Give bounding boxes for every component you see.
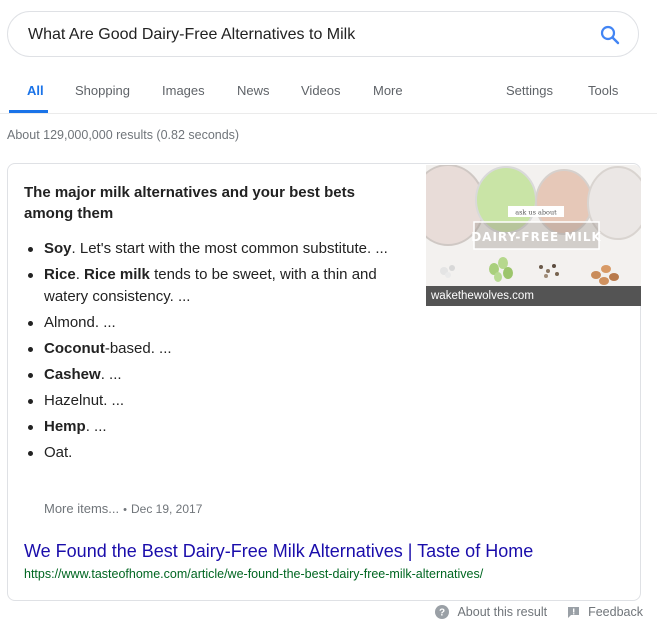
banner-small-text: ask us about <box>515 209 557 217</box>
tab-videos[interactable]: Videos <box>301 83 341 98</box>
snippet-list: Soy. Let's start with the most common su… <box>24 238 414 468</box>
list-item: Cashew. ... <box>24 364 414 386</box>
about-label: About this result <box>457 605 548 619</box>
milk-jars-image: ask us about DAIRY-FREE MILK <box>426 165 641 306</box>
search-icon <box>600 25 620 45</box>
banner-large-text: DAIRY-FREE MILK <box>471 230 602 244</box>
snippet-image[interactable]: ask us about DAIRY-FREE MILK wakethewolv… <box>426 165 641 306</box>
tab-shopping[interactable]: Shopping <box>75 83 130 98</box>
search-input[interactable] <box>28 24 568 46</box>
svg-text:?: ? <box>439 608 445 619</box>
list-item: Hazelnut. ... <box>24 390 414 412</box>
tab-settings[interactable]: Settings <box>506 83 553 98</box>
list-item: Oat. <box>24 442 414 464</box>
list-item: Hemp. ... <box>24 416 414 438</box>
list-item: Rice. Rice milk tends to be sweet, with … <box>24 264 414 308</box>
separator-dot: • <box>123 504 127 516</box>
tab-all[interactable]: All <box>27 83 44 98</box>
result-url-link[interactable]: https://www.tasteofhome.com/article/we-f… <box>24 567 483 581</box>
feedback-label: Feedback <box>588 605 643 619</box>
image-source-caption: wakethewolves.com <box>426 286 641 306</box>
search-bar <box>7 11 639 57</box>
tab-images[interactable]: Images <box>162 83 205 98</box>
active-tab-indicator <box>9 110 48 113</box>
about-this-result-link[interactable]: ? About this result <box>435 605 547 619</box>
list-item: Almond. ... <box>24 312 414 334</box>
tab-more[interactable]: More <box>373 83 403 98</box>
result-stats: About 129,000,000 results (0.82 seconds) <box>7 128 240 142</box>
result-title-link[interactable]: We Found the Best Dairy-Free Milk Altern… <box>24 541 533 562</box>
snippet-title: The major milk alternatives and your bes… <box>24 184 355 222</box>
list-item: Coconut-based. ... <box>24 338 414 360</box>
snippet-date: Dec 19, 2017 <box>130 502 203 516</box>
tab-tools[interactable]: Tools <box>588 83 618 98</box>
snippet-footer: ? About this result Feedback <box>435 605 643 619</box>
featured-snippet-card: The major milk alternatives and your bes… <box>7 163 641 601</box>
search-button[interactable] <box>598 23 622 47</box>
tab-news[interactable]: News <box>237 83 270 98</box>
more-items-link[interactable]: More items... <box>44 501 119 516</box>
search-tabs: All Shopping Images News Videos More Set… <box>0 70 657 114</box>
help-circle-icon: ? <box>435 605 450 619</box>
more-items-row: More items... • Dec 19, 2017 <box>44 501 202 516</box>
feedback-flag-icon <box>568 606 580 618</box>
feedback-link[interactable]: Feedback <box>567 605 643 619</box>
list-item: Soy. Let's start with the most common su… <box>24 238 414 260</box>
